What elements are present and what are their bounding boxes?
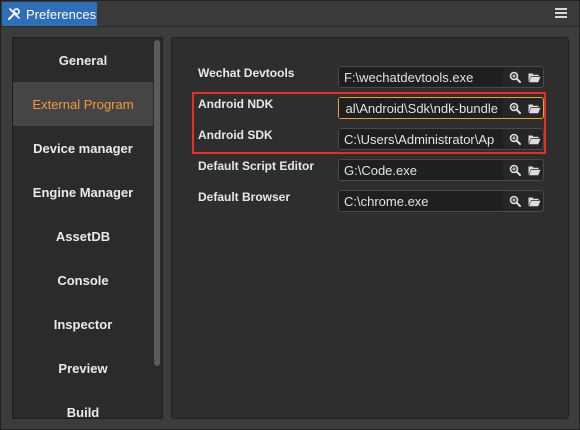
sidebar-item-label: Inspector [53,316,113,332]
path-field [338,159,544,181]
setting-label: Default Browser [198,190,291,204]
tab-label: Preferences [26,6,97,22]
setting-row-android-sdk: Android SDK [198,128,548,150]
sidebar-item-label: General [58,52,108,68]
preferences-sidebar: General External Program Device manager … [12,37,163,419]
title-bar: Preferences [1,1,579,27]
sidebar-item-build[interactable]: Build [13,390,153,419]
magnifier-icon[interactable] [507,193,523,209]
path-field [338,66,544,88]
sidebar-item-label: Device manager [33,140,133,156]
tab-preferences[interactable]: Preferences [2,2,97,26]
setting-row-android-ndk: Android NDK [198,97,548,119]
magnifier-icon[interactable] [507,131,523,147]
folder-open-icon[interactable] [526,69,542,85]
sidebar-item-engine-manager[interactable]: Engine Manager [13,170,153,214]
sidebar-item-general[interactable]: General [13,38,153,82]
default-script-editor-path-input[interactable] [339,160,503,180]
setting-label: Android SDK [198,128,273,142]
sidebar-item-preview[interactable]: Preview [13,346,153,390]
setting-row-wechat-devtools: Wechat Devtools [198,66,548,88]
magnifier-icon[interactable] [507,100,523,116]
external-program-panel: Wechat Devtools Android NDK [171,37,569,419]
path-field [338,190,544,212]
sidebar-item-external-program[interactable]: External Program [13,82,153,126]
sidebar-list: General External Program Device manager … [13,38,153,419]
sidebar-item-device-manager[interactable]: Device manager [13,126,153,170]
folder-open-icon[interactable] [526,193,542,209]
sidebar-item-label: External Program [32,96,134,112]
hamburger-menu-icon[interactable] [553,5,569,21]
wechat-devtools-path-input[interactable] [339,67,503,87]
folder-open-icon[interactable] [526,131,542,147]
tools-icon [6,6,22,22]
magnifier-icon[interactable] [507,69,523,85]
sidebar-item-label: AssetDB [55,228,111,244]
android-sdk-path-input[interactable] [339,129,503,149]
sidebar-item-label: Build [66,404,100,419]
sidebar-scrollbar[interactable] [154,40,160,366]
sidebar-item-assetdb[interactable]: AssetDB [13,214,153,258]
preferences-window: Preferences General External Program Dev… [0,0,580,430]
folder-open-icon[interactable] [526,100,542,116]
sidebar-item-label: Engine Manager [32,184,134,200]
path-field [338,128,544,150]
sidebar-item-inspector[interactable]: Inspector [13,302,153,346]
setting-label: Default Script Editor [198,159,315,173]
setting-row-default-script-editor: Default Script Editor [198,159,548,181]
default-browser-path-input[interactable] [339,191,503,211]
path-field [338,97,544,119]
folder-open-icon[interactable] [526,162,542,178]
sidebar-item-label: Preview [58,360,108,376]
setting-label: Android NDK [198,97,274,111]
android-ndk-path-input[interactable] [339,98,503,118]
setting-row-default-browser: Default Browser [198,190,548,212]
sidebar-item-console[interactable]: Console [13,258,153,302]
sidebar-item-label: Console [57,272,109,288]
magnifier-icon[interactable] [507,162,523,178]
setting-label: Wechat Devtools [198,66,295,80]
